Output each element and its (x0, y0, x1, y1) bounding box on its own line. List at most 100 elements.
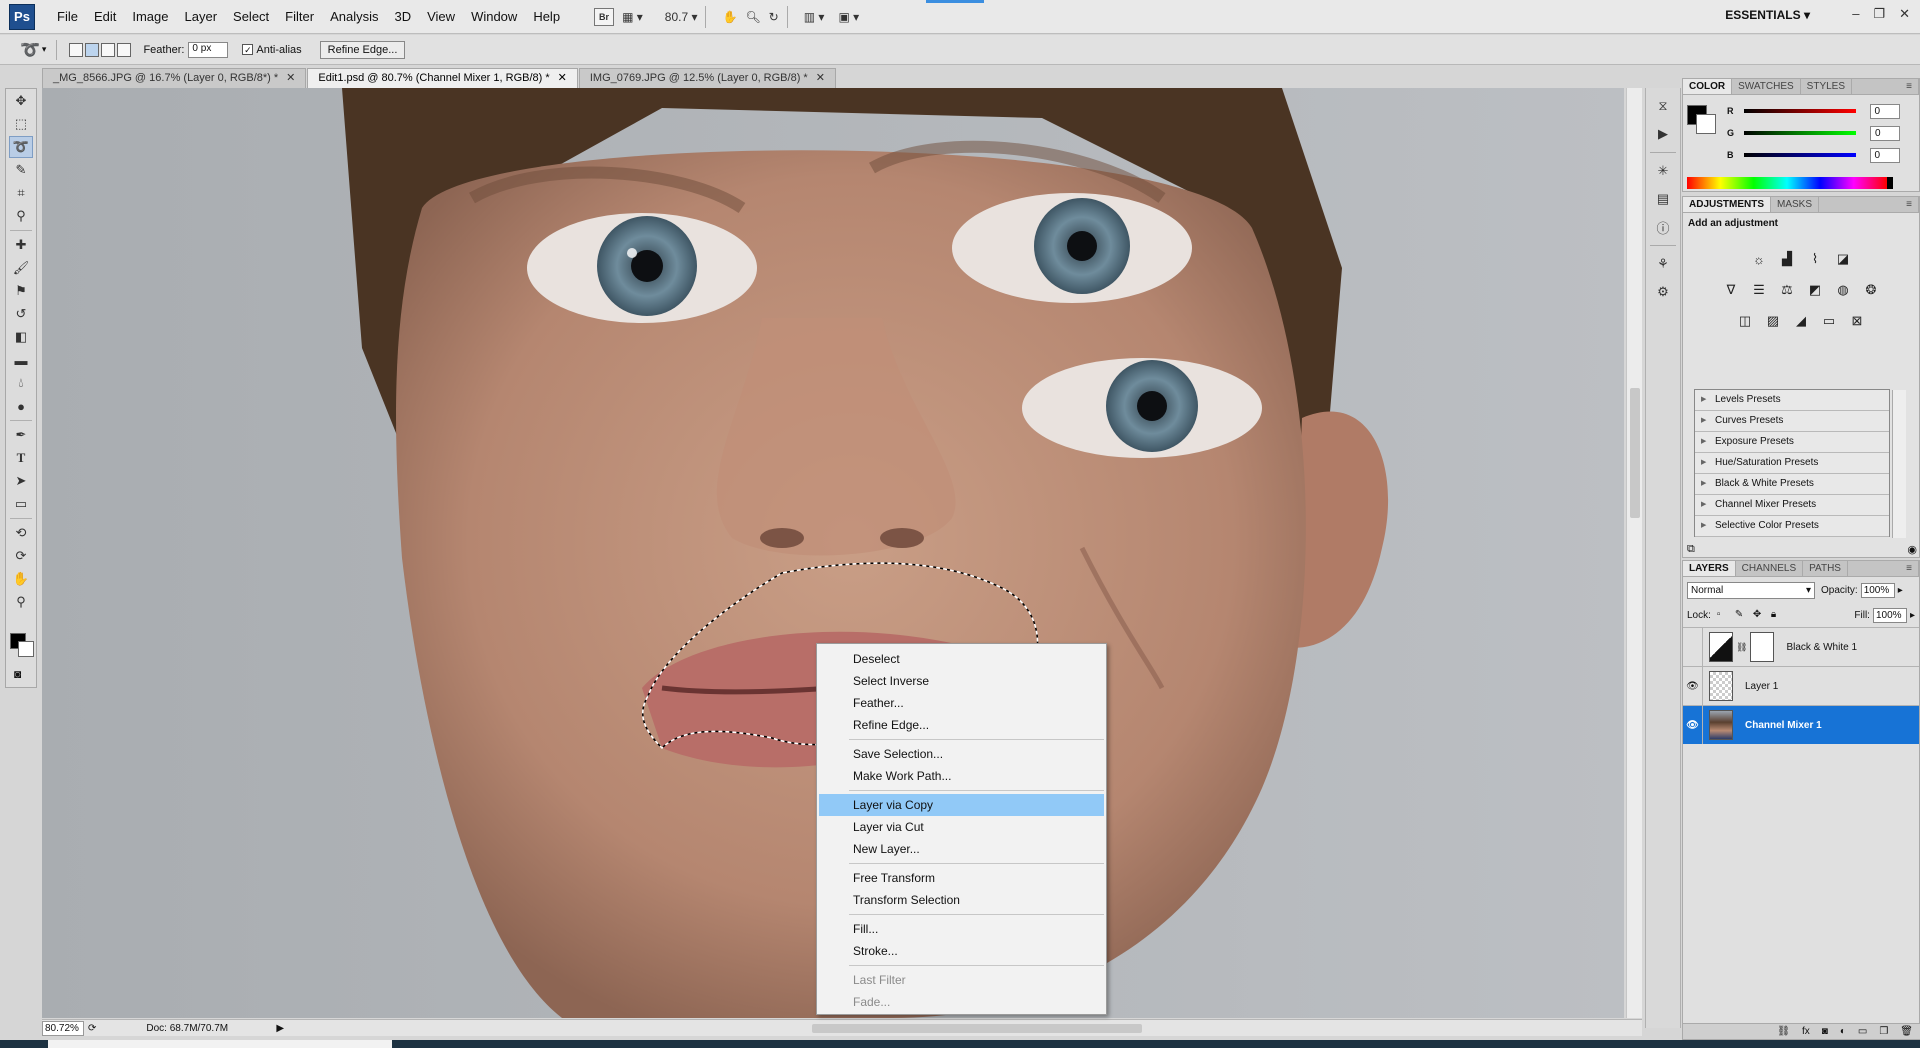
tab-channels[interactable]: CHANNELS (1736, 561, 1804, 576)
green-value-input[interactable]: 0 (1870, 125, 1901, 141)
tool-presets-panel-icon[interactable]: ⚙ (1652, 282, 1674, 302)
lock-all-icon[interactable]: 🔒︎ (1771, 609, 1783, 621)
close-icon[interactable]: ✕ (1899, 6, 1910, 22)
lasso-preset-icon[interactable]: ➰ (20, 40, 40, 60)
threshold-icon[interactable]: ◢ (1790, 310, 1812, 332)
opacity-input[interactable]: 100% (1860, 582, 1895, 598)
actions-panel-icon[interactable]: ▶ (1652, 124, 1674, 144)
menu-item-transform-selection[interactable]: Transform Selection (819, 889, 1104, 911)
minimize-icon[interactable]: – (1852, 6, 1859, 22)
vertical-scrollbar[interactable] (1626, 88, 1642, 1018)
hand-tool-icon[interactable]: ✋ (722, 7, 737, 27)
lock-pixels-icon[interactable]: ✎ (1735, 609, 1747, 621)
eraser-tool-icon[interactable]: ◧ (9, 326, 33, 348)
preset-exposure[interactable]: Exposure Presets (1695, 432, 1889, 453)
view-extras-icon[interactable]: ▦ ▾ (622, 7, 643, 27)
link-layers-icon[interactable]: ⛓ (1777, 1024, 1790, 1039)
tab-color[interactable]: COLOR (1683, 79, 1733, 94)
tab-paths[interactable]: PATHS (1803, 561, 1848, 576)
refine-edge-button[interactable]: Refine Edge... (319, 40, 406, 59)
menu-view[interactable]: View (419, 0, 463, 34)
exposure-icon[interactable]: ◪ (1832, 248, 1854, 270)
menu-analysis[interactable]: Analysis (322, 0, 386, 34)
zoom-tool-icon[interactable]: 🔍︎ (745, 7, 760, 27)
preset-channel-mixer[interactable]: Channel Mixer Presets (1695, 495, 1889, 516)
menu-select[interactable]: Select (225, 0, 277, 34)
photo-filter-icon[interactable]: ◍ (1832, 279, 1854, 301)
antialias-checkbox[interactable]: ✓ (242, 44, 254, 55)
layer-row-black-white[interactable]: ⛓ Black & White 1 (1683, 627, 1919, 666)
close-icon[interactable]: ✕ (816, 72, 825, 84)
menu-item-layer-via-cut[interactable]: Layer via Cut (819, 816, 1104, 838)
selective-color-icon[interactable]: ⊠ (1846, 310, 1868, 332)
gradient-tool-icon[interactable]: ▬ (9, 349, 33, 371)
color-balance-icon[interactable]: ⚖ (1776, 279, 1798, 301)
quick-selection-tool-icon[interactable]: ✎ (9, 159, 33, 181)
menu-edit[interactable]: Edit (86, 0, 124, 34)
preset-curves[interactable]: Curves Presets (1695, 411, 1889, 432)
rotate-view-icon[interactable]: ↻ (769, 7, 779, 27)
zoom-tool-icon[interactable]: ⚲ (9, 591, 33, 613)
pen-tool-icon[interactable]: ✒ (9, 424, 33, 446)
background-color-swatch[interactable] (18, 641, 34, 657)
quick-mask-icon[interactable]: ◙ (14, 667, 21, 681)
arrange-documents-icon[interactable]: ▥ ▾ (804, 7, 825, 27)
visibility-toggle-empty[interactable] (1683, 628, 1703, 666)
layer-row-layer-1[interactable]: 👁︎ Layer 1 (1683, 666, 1919, 705)
zoom-field[interactable]: 80.72% (42, 1020, 84, 1036)
menu-file[interactable]: File (49, 0, 86, 34)
clip-to-layer-icon[interactable]: ⧉ (1687, 543, 1695, 556)
add-to-selection-icon[interactable] (85, 42, 100, 57)
gradient-map-icon[interactable]: ▭ (1818, 310, 1840, 332)
scroll-thumb[interactable] (1630, 388, 1640, 518)
menu-item-layer-via-copy[interactable]: Layer via Copy (819, 794, 1104, 816)
tab-masks[interactable]: MASKS (1771, 197, 1820, 212)
menu-item-free-transform[interactable]: Free Transform (819, 867, 1104, 889)
screen-mode-icon[interactable]: ▣ ▾ (838, 7, 859, 27)
tab-swatches[interactable]: SWATCHES (1732, 79, 1801, 94)
menu-window[interactable]: Window (463, 0, 525, 34)
blue-value-input[interactable]: 0 (1869, 147, 1900, 163)
black-white-icon[interactable]: ◩ (1804, 279, 1826, 301)
eye-icon[interactable]: 👁︎ (1683, 706, 1703, 744)
brightness-contrast-icon[interactable]: ☼ (1748, 248, 1770, 270)
preset-selective-color[interactable]: Selective Color Presets (1695, 516, 1889, 537)
tab-document-3[interactable]: IMG_0769.JPG @ 12.5% (Layer 0, RGB/8) * ✕ (578, 68, 836, 88)
new-selection-icon[interactable] (69, 42, 84, 57)
channel-mixer-icon[interactable]: ❂ (1860, 279, 1882, 301)
fill-input[interactable]: 100% (1872, 607, 1907, 623)
menu-item-fill[interactable]: Fill... (819, 918, 1104, 940)
tab-adjustments[interactable]: ADJUSTMENTS (1683, 197, 1772, 212)
lock-position-icon[interactable]: ✥ (1753, 609, 1765, 621)
panel-menu-icon[interactable]: ≡ (1900, 79, 1919, 94)
path-selection-tool-icon[interactable]: ➤ (9, 470, 33, 492)
levels-icon[interactable]: ▟ (1776, 248, 1798, 270)
invert-icon[interactable]: ◫ (1734, 310, 1756, 332)
menu-item-deselect[interactable]: Deselect (819, 648, 1104, 670)
eye-icon[interactable]: 👁︎ (1683, 667, 1703, 705)
tab-document-1[interactable]: _MG_8566.JPG @ 16.7% (Layer 0, RGB/8*) *… (42, 68, 307, 88)
hue-saturation-icon[interactable]: ☰ (1748, 279, 1770, 301)
red-slider[interactable] (1743, 109, 1856, 113)
marquee-tool-icon[interactable]: ⬚ (9, 113, 33, 135)
3d-rotate-tool-icon[interactable]: ⟲ (9, 522, 33, 544)
posterize-icon[interactable]: ▨ (1762, 310, 1784, 332)
menu-filter[interactable]: Filter (277, 0, 322, 34)
chevron-down-icon[interactable]: ▾ (42, 44, 47, 55)
layer-style-icon[interactable]: fx (1802, 1024, 1810, 1039)
horizontal-scrollbar[interactable] (342, 1023, 1642, 1034)
tab-layers[interactable]: LAYERS (1683, 561, 1736, 576)
history-panel-icon[interactable]: ⧖ (1652, 96, 1674, 116)
history-brush-tool-icon[interactable]: ↺ (9, 303, 33, 325)
workspace-switcher[interactable]: ESSENTIALS ▾ (1725, 8, 1810, 22)
curves-icon[interactable]: ⌇ (1804, 248, 1826, 270)
menu-item-refine-edge[interactable]: Refine Edge... (819, 714, 1104, 736)
type-tool-icon[interactable]: T (9, 447, 33, 469)
status-icon[interactable]: ⟳ (88, 1023, 96, 1034)
blend-mode-select[interactable]: Normal (1687, 581, 1815, 599)
scroll-thumb[interactable] (812, 1024, 1142, 1033)
chevron-right-icon[interactable]: ▸ (1910, 610, 1915, 621)
blur-tool-icon[interactable]: 💧︎ (9, 372, 33, 394)
lasso-tool-icon[interactable]: ➰ (9, 136, 33, 158)
shape-tool-icon[interactable]: ▭ (9, 493, 33, 515)
